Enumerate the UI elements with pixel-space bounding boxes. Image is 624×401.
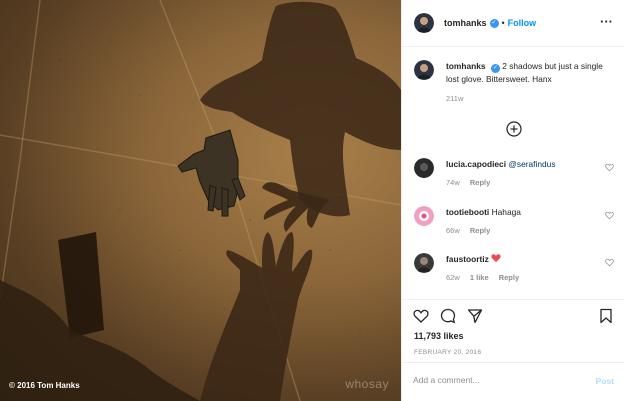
follow-button[interactable]: Follow xyxy=(508,18,537,28)
comment-meta: 74w Reply xyxy=(446,177,556,189)
comment-text: Hahaga xyxy=(491,207,521,217)
comment-body: lucia.capodieci @serafindus 74w Reply xyxy=(446,158,556,189)
send-icon[interactable] xyxy=(467,308,483,324)
photo-credit: © 2016 Tom Hanks xyxy=(9,381,80,390)
caption-body: tomhanks ✓ 2 shadows but just a single l… xyxy=(446,60,614,105)
comment-input[interactable] xyxy=(413,375,578,385)
comment-item: lucia.capodieci @serafindus 74w Reply xyxy=(414,158,614,189)
avatar[interactable] xyxy=(414,13,434,33)
photo-watermark: whosay xyxy=(345,377,389,391)
comment-icon[interactable] xyxy=(440,308,456,324)
avatar-image xyxy=(414,13,434,33)
avatar-image xyxy=(414,253,434,273)
comment-heart-icon[interactable] xyxy=(605,258,614,267)
comment-username[interactable]: tootiebooti xyxy=(446,207,489,217)
more-options-icon[interactable]: ··· xyxy=(600,15,613,28)
comment-text[interactable]: @serafindus xyxy=(508,159,555,169)
avatar-image xyxy=(414,60,434,80)
reply-button[interactable]: Reply xyxy=(470,226,490,235)
comment-username[interactable]: lucia.capodieci xyxy=(446,159,506,169)
caption-avatar[interactable] xyxy=(414,60,434,80)
comment-avatar[interactable] xyxy=(414,206,434,226)
heart-icon[interactable] xyxy=(413,308,429,324)
comment-item: tootiebooti Hahaga 66w Reply xyxy=(414,206,614,237)
reply-button[interactable]: Reply xyxy=(470,178,490,187)
avatar-image xyxy=(414,158,434,178)
caption-username[interactable]: tomhanks xyxy=(446,61,486,71)
post-photo[interactable]: © 2016 Tom Hanks whosay xyxy=(0,0,401,401)
comment-time[interactable]: 66w xyxy=(446,226,460,235)
comment-heart-icon[interactable] xyxy=(605,211,614,220)
comment-body: faustoortiz 62w 1 like Reply xyxy=(446,253,527,284)
header-separator: • xyxy=(501,18,505,28)
avatar-image xyxy=(414,206,434,226)
likes-count[interactable]: 11,793 likes xyxy=(414,331,464,341)
comment-meta: 66w Reply xyxy=(446,225,521,237)
comment-avatar[interactable] xyxy=(414,253,434,273)
comment-meta: 62w 1 like Reply xyxy=(446,272,527,284)
comment-time[interactable]: 62w xyxy=(446,273,460,282)
post-header: tomhanks ✓ • Follow ··· xyxy=(402,0,624,47)
heart-emoji-icon xyxy=(491,254,501,263)
comment-time[interactable]: 74w xyxy=(446,178,460,187)
comment-item: faustoortiz 62w 1 like Reply xyxy=(414,253,614,284)
comment-heart-icon[interactable] xyxy=(605,163,614,172)
comment-avatar[interactable] xyxy=(414,158,434,178)
verified-badge-icon: ✓ xyxy=(489,18,499,28)
post-button[interactable]: Post xyxy=(596,376,614,386)
header-username[interactable]: tomhanks xyxy=(444,18,487,28)
post-sidebar: tomhanks ✓ • Follow ··· tomhanks ✓ 2 sha… xyxy=(401,0,624,401)
caption-time[interactable]: 211w xyxy=(446,93,614,105)
comment-username[interactable]: faustoortiz xyxy=(446,254,489,264)
plus-circle-icon[interactable] xyxy=(506,121,522,137)
verified-badge-icon: ✓ xyxy=(490,64,500,73)
post-caption: tomhanks ✓ 2 shadows but just a single l… xyxy=(414,60,614,105)
reply-button[interactable]: Reply xyxy=(499,273,519,282)
photo-scene xyxy=(0,0,401,401)
bookmark-icon[interactable] xyxy=(598,308,614,324)
comment-likes[interactable]: 1 like xyxy=(470,273,489,282)
comment-body: tootiebooti Hahaga 66w Reply xyxy=(446,206,521,237)
post-date[interactable]: FEBRUARY 20, 2016 xyxy=(414,349,481,356)
add-comment-bar: Post xyxy=(402,362,624,401)
